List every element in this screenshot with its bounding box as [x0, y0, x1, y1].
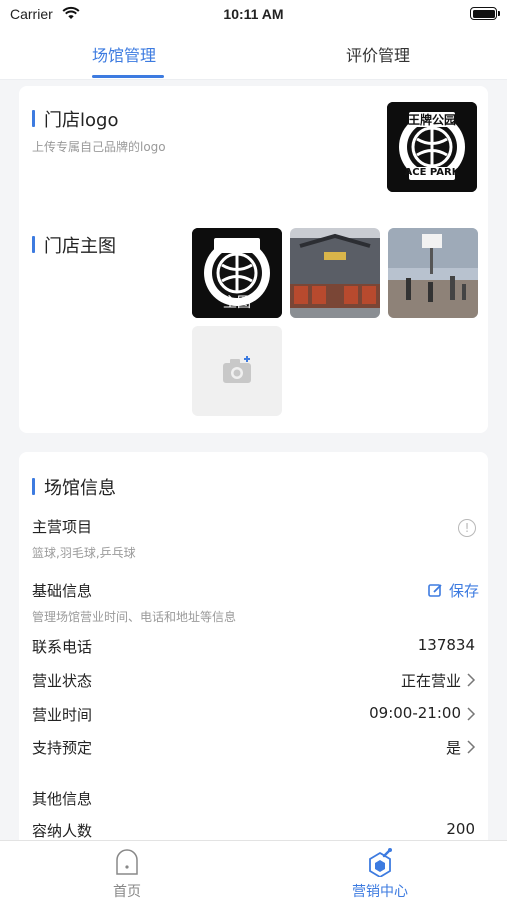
clock: 10:11 AM: [223, 6, 284, 22]
capacity-label: 容纳人数: [32, 822, 93, 840]
basic-info-label: 基础信息: [32, 582, 93, 600]
nav-home[interactable]: 首页: [47, 841, 207, 900]
basic-info-subtitle: 管理场馆营业时间、电话和地址等信息: [32, 610, 237, 624]
store-images-card: 门店logo 上传专属自己品牌的logo 王牌公园 ACE PARK 门店主图: [19, 86, 488, 433]
home-icon: [116, 849, 138, 875]
store-logo-title: 门店logo: [32, 106, 118, 132]
business-status-value[interactable]: 正在营业: [401, 670, 461, 691]
store-main-image-title: 门店主图: [32, 232, 116, 258]
save-button[interactable]: 保存: [428, 580, 479, 601]
edit-icon: [428, 584, 442, 597]
nav-home-label: 首页: [113, 884, 141, 900]
business-hours-label: 营业时间: [32, 706, 93, 724]
chevron-right-icon[interactable]: [466, 740, 476, 754]
reservation-value[interactable]: 是: [446, 737, 461, 758]
business-status-label: 营业状态: [32, 672, 93, 690]
venue-info-card: 场馆信息 主营项目 篮球,羽毛球,乒乓球 ! 基础信息 管理场馆营业时间、电话和…: [19, 452, 488, 852]
logo-text-top: 王牌公园: [407, 113, 456, 127]
tab-review-management[interactable]: 评价管理: [346, 42, 410, 66]
chevron-right-icon[interactable]: [466, 707, 476, 721]
court-photo-thumb[interactable]: [388, 228, 478, 318]
main-items-value: 篮球,羽毛球,乒乓球: [32, 546, 136, 560]
tab-bar: 场馆管理 评价管理: [0, 28, 507, 80]
venue-info-title: 场馆信息: [32, 474, 116, 500]
battery-icon: [470, 7, 500, 20]
nav-marketing-center[interactable]: 营销中心: [300, 841, 460, 900]
add-photo-button[interactable]: [192, 326, 282, 416]
tab-venue-management[interactable]: 场馆管理: [92, 42, 156, 66]
phone-label: 联系电话: [32, 638, 93, 656]
main-items-label: 主营项目: [32, 518, 93, 536]
camera-plus-icon: [223, 356, 251, 383]
chevron-right-icon[interactable]: [466, 673, 476, 687]
store-logo-subtitle: 上传专属自己品牌的logo: [32, 140, 166, 154]
business-hours-value[interactable]: 09:00-21:00: [369, 704, 461, 722]
store-logo-image[interactable]: 王牌公园 ACE PARK: [387, 102, 477, 192]
other-info-title: 其他信息: [32, 790, 93, 808]
active-tab-indicator: [92, 75, 164, 78]
reservation-label: 支持预定: [32, 739, 93, 757]
marketing-icon: [369, 848, 392, 877]
capacity-value[interactable]: 200: [446, 820, 475, 838]
phone-value[interactable]: 137834: [418, 636, 475, 654]
bottom-nav: 首页 营销中心: [0, 840, 507, 900]
main-image-badge: 主图: [223, 295, 251, 311]
status-bar: Carrier 10:11 AM: [0, 0, 507, 28]
main-image-thumb[interactable]: 主图: [192, 228, 282, 318]
info-icon[interactable]: !: [458, 519, 476, 537]
logo-text-bottom: ACE PARK: [404, 167, 460, 178]
nav-marketing-label: 营销中心: [352, 884, 408, 900]
save-label: 保存: [448, 582, 479, 600]
venue-photo-thumb[interactable]: [290, 228, 380, 318]
